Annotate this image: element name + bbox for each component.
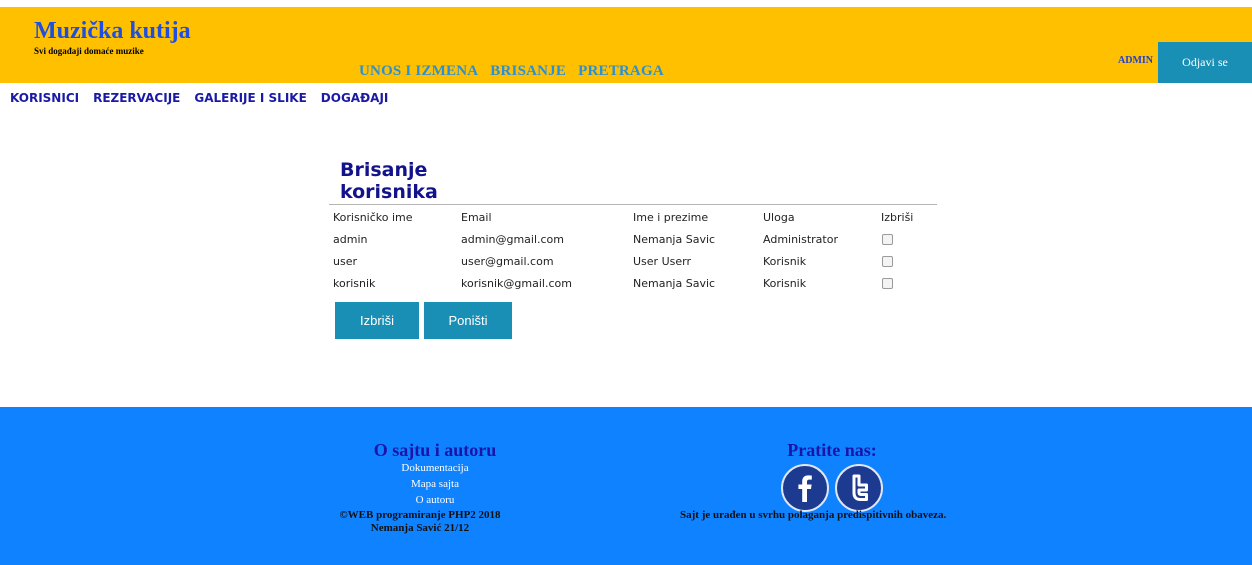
site-title[interactable]: Muzička kutija xyxy=(34,18,191,44)
cell-email: user@gmail.com xyxy=(461,254,554,268)
column-header-role: Uloga xyxy=(763,210,795,224)
admin-nav-korisnici[interactable]: KORISNICI xyxy=(10,91,79,105)
users-table: Korisničko ime Email Ime i prezime Uloga… xyxy=(329,206,941,294)
site-header: Muzička kutija Svi događaji domaće muzik… xyxy=(0,0,1252,83)
reset-button[interactable]: Poništi xyxy=(424,302,512,339)
social-links xyxy=(740,464,924,512)
cell-name: User Userr xyxy=(633,254,691,268)
page-title: Brisanje korisnika xyxy=(340,159,438,203)
column-header-username: Korisničko ime xyxy=(333,210,413,224)
footer-copyright: ©WEB programiranje PHP2 2018 Nemanja Sav… xyxy=(300,509,540,535)
nav-brisanje[interactable]: BRISANJE xyxy=(490,63,566,79)
copyright-line-2: Nemanja Savić 21/12 xyxy=(370,522,470,534)
footer-note: Sajt je urađen u svrhu polaganja predisp… xyxy=(680,509,947,521)
table-row: user user@gmail.com User Userr Korisnik xyxy=(329,250,941,272)
admin-nav-dogadjaji[interactable]: DOGAĐAJI xyxy=(321,91,389,105)
cell-role: Korisnik xyxy=(763,276,807,290)
site-tagline: Svi događaji domaće muzike xyxy=(34,46,144,56)
copyright-line-1: ©WEB programiranje PHP2 2018 xyxy=(339,509,501,521)
twitter-icon[interactable] xyxy=(835,464,883,512)
column-header-email: Email xyxy=(461,210,492,224)
admin-nav-galerije[interactable]: GALERIJE I SLIKE xyxy=(194,91,306,105)
nav-pretraga[interactable]: PRETRAGA xyxy=(578,63,664,79)
cell-delete xyxy=(877,250,941,272)
main-nav: UNOS I IZMENA BRISANJE PRETRAGA xyxy=(359,62,672,80)
cell-role: Korisnik xyxy=(763,254,807,268)
cell-name: Nemanja Savic xyxy=(633,276,716,290)
table-row: korisnik korisnik@gmail.com Nemanja Savi… xyxy=(329,272,941,294)
table-row: admin admin@gmail.com Nemanja Savic Admi… xyxy=(329,228,941,250)
footer-follow: Pratite nas: xyxy=(740,441,924,512)
footer-follow-heading: Pratite nas: xyxy=(787,440,877,460)
delete-checkbox[interactable] xyxy=(882,234,893,245)
cell-username: korisnik xyxy=(333,276,376,290)
footer-about: O sajtu i autoru Dokumentacija Mapa sajt… xyxy=(330,441,540,508)
delete-checkbox[interactable] xyxy=(882,278,893,289)
nav-unos-i-izmena[interactable]: UNOS I IZMENA xyxy=(359,63,478,79)
title-divider xyxy=(329,204,937,205)
footer-link-o-autoru[interactable]: O autoru xyxy=(330,492,540,508)
cell-username: user xyxy=(333,254,357,268)
delete-button[interactable]: Izbriši xyxy=(335,302,419,339)
cell-username: admin xyxy=(333,232,368,246)
cell-delete xyxy=(877,228,941,250)
footer-link-mapa-sajta[interactable]: Mapa sajta xyxy=(330,476,540,492)
admin-nav-rezervacije[interactable]: REZERVACIJE xyxy=(93,91,180,105)
logout-button[interactable]: Odjavi se xyxy=(1158,42,1252,83)
cell-delete xyxy=(877,272,941,294)
cell-role: Administrator xyxy=(763,232,838,246)
cell-email: korisnik@gmail.com xyxy=(461,276,572,290)
cell-name: Nemanja Savic xyxy=(633,232,716,246)
site-footer: O sajtu i autoru Dokumentacija Mapa sajt… xyxy=(0,407,1252,565)
table-header-row: Korisničko ime Email Ime i prezime Uloga… xyxy=(329,206,941,228)
footer-link-dokumentacija[interactable]: Dokumentacija xyxy=(330,460,540,476)
footer-about-heading: O sajtu i autoru xyxy=(373,440,497,460)
facebook-icon[interactable] xyxy=(781,464,829,512)
delete-checkbox[interactable] xyxy=(882,256,893,267)
column-header-name: Ime i prezime xyxy=(633,210,709,224)
admin-nav: KORISNICI REZERVACIJE GALERIJE I SLIKE D… xyxy=(10,89,398,107)
column-header-delete: Izbriši xyxy=(881,210,914,224)
admin-link[interactable]: ADMIN xyxy=(1118,55,1153,66)
cell-email: admin@gmail.com xyxy=(461,232,565,246)
